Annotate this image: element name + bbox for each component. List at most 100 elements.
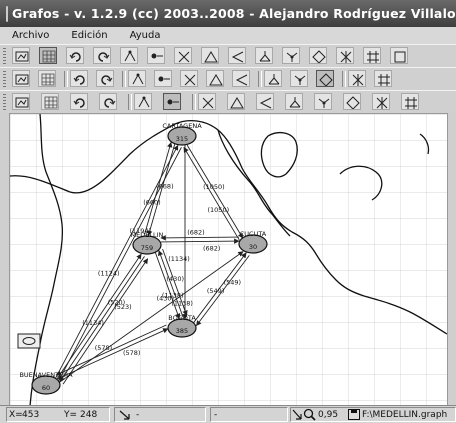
bend-icon[interactable] [120, 47, 138, 64]
status-zoom: 0,95 [318, 410, 339, 420]
connect-icon[interactable] [264, 70, 282, 87]
network-alt-icon[interactable] [336, 47, 354, 64]
path-alt-icon[interactable] [374, 70, 392, 87]
redo-icon[interactable] [93, 47, 111, 64]
arc-tool-icon[interactable] [227, 93, 245, 110]
save-icon[interactable] [38, 70, 56, 87]
floppy-disk-icon [348, 409, 360, 420]
loop-tool-icon[interactable] [256, 93, 274, 110]
toolbar-separator [342, 71, 346, 87]
toolbar-grip[interactable] [3, 48, 6, 64]
edge-tool-icon[interactable] [198, 93, 216, 110]
table-alt-icon[interactable] [154, 70, 172, 87]
shape-tool-icon[interactable] [12, 93, 30, 110]
table-grid-icon[interactable] [180, 70, 198, 87]
edge-label: (1134) [168, 255, 190, 263]
list-alt-icon[interactable] [232, 70, 250, 87]
status-bar: X= 453 Y= 248 - - 0,95 F:\MEDELLIN.graph [0, 405, 456, 423]
zoom-icon[interactable] [303, 408, 316, 421]
legend-box[interactable] [17, 333, 41, 349]
right-margin [447, 113, 456, 405]
edge-label: (578) [123, 349, 140, 357]
menu-edicion[interactable]: Edición [71, 30, 107, 41]
network-icon[interactable] [309, 47, 327, 64]
edge-label: (523) [114, 303, 131, 311]
menu-bar: Archivo Edición Ayuda [0, 27, 456, 44]
path-icon[interactable] [348, 70, 366, 87]
graph-drawing[interactable]: (660)(668)(1050)(1050)(1134)(682)(682)(4… [10, 114, 447, 406]
left-margin [0, 113, 9, 405]
draw-node-icon[interactable] [147, 47, 165, 64]
status-x-label: X= [9, 410, 23, 420]
table-icon[interactable] [128, 70, 146, 87]
edge-label: (1050) [208, 206, 230, 214]
polygon-tool-icon[interactable] [285, 93, 303, 110]
matrix-icon[interactable] [70, 70, 88, 87]
node-cucuta[interactable]: CUCUTA 30 [238, 230, 268, 254]
curve-tool-icon[interactable] [314, 93, 332, 110]
move-icon[interactable] [163, 93, 181, 110]
hexagon-tool-icon[interactable] [343, 93, 361, 110]
node-medellin[interactable]: MEDELLIN 759 [131, 231, 164, 255]
title-bar: Grafos - v. 1.2.9 (cc) 2003..2008 - Alej… [0, 0, 456, 27]
app-window: Grafos - v. 1.2.9 (cc) 2003..2008 - Alej… [0, 0, 456, 423]
cube-tool-icon[interactable] [372, 93, 390, 110]
edge-label: (682) [187, 229, 204, 237]
edge-label: (1134) [82, 319, 104, 327]
node-value: 30 [249, 243, 257, 251]
app-icon [6, 5, 8, 22]
node-label: CARTAGENA [162, 122, 202, 130]
tree-alt-icon[interactable] [282, 47, 300, 64]
edge-label: (549) [224, 278, 241, 286]
status-x-value: 453 [22, 410, 40, 420]
grid-icon[interactable] [39, 47, 57, 64]
toolbar-secondary [0, 67, 456, 91]
menu-archivo[interactable]: Archivo [12, 30, 49, 41]
node-value: 759 [141, 244, 153, 252]
toolbar-grip[interactable] [3, 94, 6, 110]
open-icon[interactable] [12, 70, 30, 87]
node-label: BUENAVENTURA [19, 371, 73, 379]
status-y-value: 248 [80, 410, 98, 420]
connect-active-icon[interactable] [316, 70, 334, 87]
edge-label: (1124) [98, 270, 120, 278]
edge-label: (1050) [203, 183, 225, 191]
tree-tool-icon[interactable] [41, 93, 59, 110]
triangle-icon[interactable] [201, 47, 219, 64]
network-flow-icon[interactable] [363, 47, 381, 64]
matrix-alt-icon[interactable] [96, 70, 114, 87]
route-tool-icon[interactable] [70, 93, 88, 110]
menu-ayuda[interactable]: Ayuda [130, 30, 161, 41]
graph-canvas[interactable]: (660)(668)(1050)(1050)(1134)(682)(682)(4… [9, 113, 448, 407]
tree-icon[interactable] [255, 47, 273, 64]
toolbar-main [0, 44, 456, 68]
edge-label: (430) [167, 275, 184, 283]
node-value: 60 [42, 384, 50, 392]
connect-alt-icon[interactable] [290, 70, 308, 87]
status-y-label: Y= [64, 410, 78, 420]
select-icon[interactable] [134, 93, 152, 110]
node-value: 315 [176, 135, 188, 143]
node-label: MEDELLIN [131, 231, 164, 239]
toolbar-grip[interactable] [3, 71, 6, 87]
edge-label: (668) [156, 183, 173, 191]
toolbar-separator [122, 71, 126, 87]
edge-label: (1138) [162, 292, 184, 300]
edit-node-icon[interactable] [174, 47, 192, 64]
pattern-tool-icon[interactable] [401, 93, 419, 110]
frame-icon[interactable] [390, 47, 408, 64]
status-field-cell [210, 407, 288, 422]
new-graph-icon[interactable] [12, 47, 30, 64]
arrow-icon[interactable] [228, 47, 246, 64]
edge-label: (682) [203, 244, 220, 252]
cursor-arrow-icon [292, 409, 302, 420]
undo-icon[interactable] [66, 47, 84, 64]
grid-background [10, 114, 447, 406]
node-bogota[interactable]: BOGOTA 385 [167, 314, 197, 338]
toolbar-separator [192, 94, 196, 110]
edge-label: (549) [207, 287, 224, 295]
list-icon[interactable] [206, 70, 224, 87]
node-label: BOGOTA [168, 314, 196, 322]
node-value: 385 [176, 327, 188, 335]
gear-tool-icon[interactable] [99, 93, 117, 110]
